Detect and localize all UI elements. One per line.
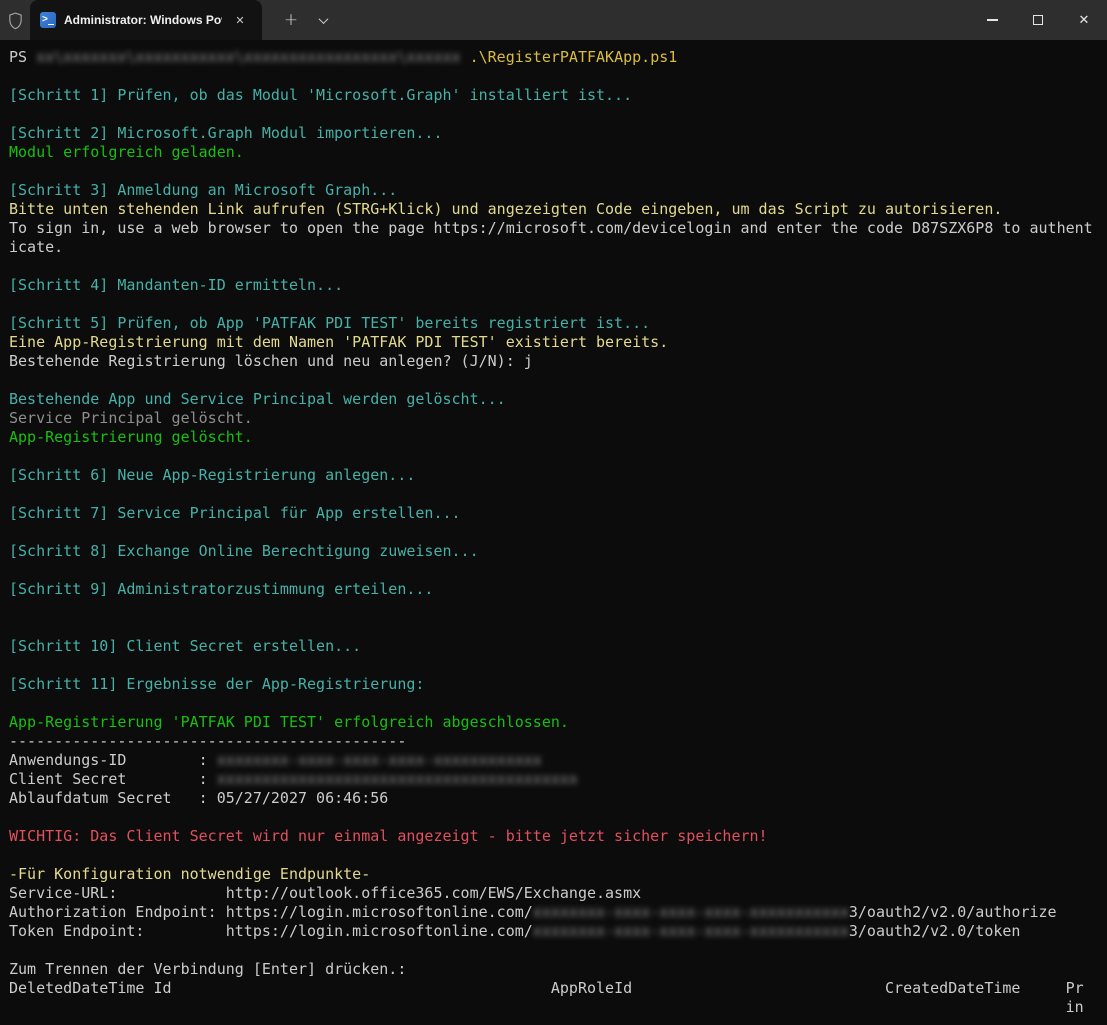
terminal-line: To sign in, use a web browser to open th… <box>9 219 1107 238</box>
terminal-line: [Schritt 11] Ergebnisse der App-Registri… <box>9 675 1107 694</box>
terminal-line: in <box>9 998 1107 1017</box>
titlebar-drag-region[interactable] <box>338 0 969 40</box>
terminal-line: DeletedDateTime Id AppRoleId CreatedDate… <box>9 979 1107 998</box>
terminal-line: ----------------------------------------… <box>9 732 1107 751</box>
terminal-line: Ablaufdatum Secret : 05/27/2027 06:46:56 <box>9 789 1107 808</box>
terminal-line: Modul erfolgreich geladen. <box>9 143 1107 162</box>
terminal-line: Service-URL: http://outlook.office365.co… <box>9 884 1107 903</box>
terminal-line: Service Principal gelöscht. <box>9 409 1107 428</box>
terminal-line: Anwendungs-ID : xxxxxxxx-xxxx-xxxx-xxxx-… <box>9 751 1107 770</box>
terminal-line: [Schritt 10] Client Secret erstellen... <box>9 637 1107 656</box>
terminal-line: App-Registrierung gelöscht. <box>9 428 1107 447</box>
terminal-line: Bestehende App und Service Principal wer… <box>9 390 1107 409</box>
admin-shield-icon <box>0 0 30 40</box>
terminal-line: Client Secret : xxxxxxxxxxxxxxxxxxxxxxxx… <box>9 770 1107 789</box>
terminal-line <box>9 295 1107 314</box>
terminal-line: App-Registrierung 'PATFAK PDI TEST' erfo… <box>9 713 1107 732</box>
terminal-line <box>9 941 1107 960</box>
chevron-down-icon <box>318 14 328 24</box>
tab-dropdown-button[interactable] <box>308 0 338 40</box>
terminal-line <box>9 485 1107 504</box>
terminal-line: [Schritt 5] Prüfen, ob App 'PATFAK PDI T… <box>9 314 1107 333</box>
titlebar[interactable]: > Administrator: Windows Powe ✕ + ✕ <box>0 0 1107 40</box>
tab-title: Administrator: Windows Powe <box>64 13 222 27</box>
maximize-icon <box>1033 15 1043 25</box>
terminal-line <box>9 618 1107 637</box>
terminal-line <box>9 656 1107 675</box>
close-button[interactable]: ✕ <box>1061 0 1107 40</box>
terminal-line <box>9 599 1107 618</box>
terminal-line: [Schritt 7] Service Principal für App er… <box>9 504 1107 523</box>
terminal-window: > Administrator: Windows Powe ✕ + ✕ PS x… <box>0 0 1107 1025</box>
terminal-line <box>9 846 1107 865</box>
terminal-line: Zum Trennen der Verbindung [Enter] drück… <box>9 960 1107 979</box>
minimize-button[interactable] <box>969 0 1015 40</box>
terminal-line: [Schritt 8] Exchange Online Berechtigung… <box>9 542 1107 561</box>
terminal-line: [Schritt 1] Prüfen, ob das Modul 'Micros… <box>9 86 1107 105</box>
terminal-line: icate. <box>9 238 1107 257</box>
tab-close-button[interactable]: ✕ <box>230 10 250 30</box>
terminal-line: Bitte unten stehenden Link aufrufen (STR… <box>9 200 1107 219</box>
maximize-button[interactable] <box>1015 0 1061 40</box>
terminal-line: [Schritt 3] Anmeldung an Microsoft Graph… <box>9 181 1107 200</box>
tab-powershell[interactable]: > Administrator: Windows Powe ✕ <box>30 0 262 40</box>
terminal-line <box>9 694 1107 713</box>
terminal-line <box>9 162 1107 181</box>
terminal-line: [Schritt 6] Neue App-Registrierung anleg… <box>9 466 1107 485</box>
terminal-line: Bestehende Registrierung löschen und neu… <box>9 352 1107 371</box>
terminal-line: PS xx\xxxxxxx\xxxxxxxxxxx\xxxxxxxxxxxxxx… <box>9 48 1107 67</box>
minimize-icon <box>987 19 998 20</box>
terminal-line: -Für Konfiguration notwendige Endpunkte- <box>9 865 1107 884</box>
terminal-line: [Schritt 9] Administratorzustimmung erte… <box>9 580 1107 599</box>
terminal-line: [Schritt 2] Microsoft.Graph Modul import… <box>9 124 1107 143</box>
terminal-line <box>9 447 1107 466</box>
terminal-line: WICHTIG: Das Client Secret wird nur einm… <box>9 827 1107 846</box>
terminal-line <box>9 257 1107 276</box>
terminal-line: Token Endpoint: https://login.microsofto… <box>9 922 1107 941</box>
terminal-line: Authorization Endpoint: https://login.mi… <box>9 903 1107 922</box>
terminal-line: Eine App-Registrierung mit dem Namen 'PA… <box>9 333 1107 352</box>
terminal-output[interactable]: PS xx\xxxxxxx\xxxxxxxxxxx\xxxxxxxxxxxxxx… <box>0 40 1107 1025</box>
terminal-line <box>9 523 1107 542</box>
terminal-line: [Schritt 4] Mandanten-ID ermitteln... <box>9 276 1107 295</box>
new-tab-button[interactable]: + <box>274 0 308 40</box>
terminal-line <box>9 808 1107 827</box>
terminal-line <box>9 105 1107 124</box>
window-controls: ✕ <box>969 0 1107 40</box>
powershell-icon: > <box>40 12 56 28</box>
terminal-line <box>9 371 1107 390</box>
terminal-line <box>9 561 1107 580</box>
terminal-line <box>9 67 1107 86</box>
